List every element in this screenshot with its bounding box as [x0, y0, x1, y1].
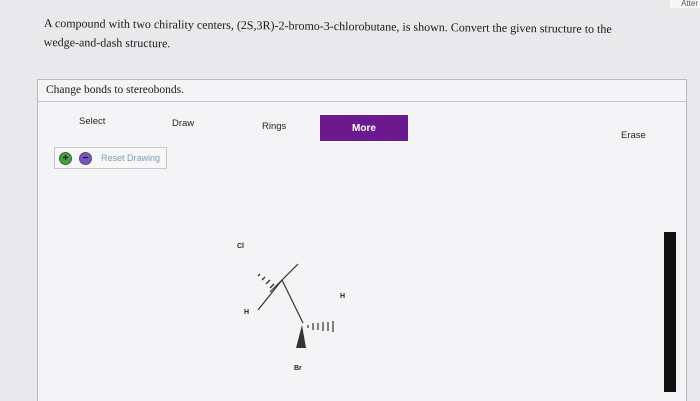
minus-icon: −	[82, 152, 89, 164]
zoom-controls: + − Reset Drawing	[54, 147, 168, 169]
atom-br: Br	[294, 365, 302, 372]
instruction-text: Change bonds to stereobonds.	[46, 84, 184, 96]
bond-to-h-left	[257, 279, 283, 311]
zoom-out-button[interactable]: −	[79, 151, 92, 165]
erase-tool[interactable]: Erase	[621, 130, 646, 141]
zoom-in-button[interactable]: +	[59, 151, 72, 165]
select-tool[interactable]: Select	[79, 116, 105, 127]
atom-h-left: H	[244, 309, 249, 316]
hashed-bond-cl	[257, 273, 275, 289]
vertical-scrollbar[interactable]	[664, 232, 676, 392]
draw-tool[interactable]: Draw	[172, 118, 194, 129]
atom-h-right: H	[340, 293, 345, 300]
question-text: A compound with two chirality centers, (…	[44, 14, 684, 59]
bond-central	[281, 279, 304, 324]
drawing-panel: Change bonds to stereobonds. Select Draw…	[37, 79, 687, 401]
drawing-toolbar: Select Draw Rings More Erase	[38, 102, 686, 146]
drawing-canvas[interactable]: Cl H H Br	[38, 172, 686, 401]
window-corner-label: Atter	[670, 0, 700, 8]
bond-upper	[269, 263, 299, 293]
wedge-bond-br	[296, 325, 306, 348]
hashed-bond-right	[307, 321, 334, 332]
rings-tool[interactable]: Rings	[262, 121, 286, 132]
reset-drawing-button[interactable]: Reset Drawing	[101, 153, 160, 163]
more-button[interactable]: More	[320, 115, 408, 141]
atom-cl: Cl	[237, 243, 244, 250]
plus-icon: +	[62, 152, 69, 164]
molecule-structure: Cl H H Br	[237, 243, 345, 372]
